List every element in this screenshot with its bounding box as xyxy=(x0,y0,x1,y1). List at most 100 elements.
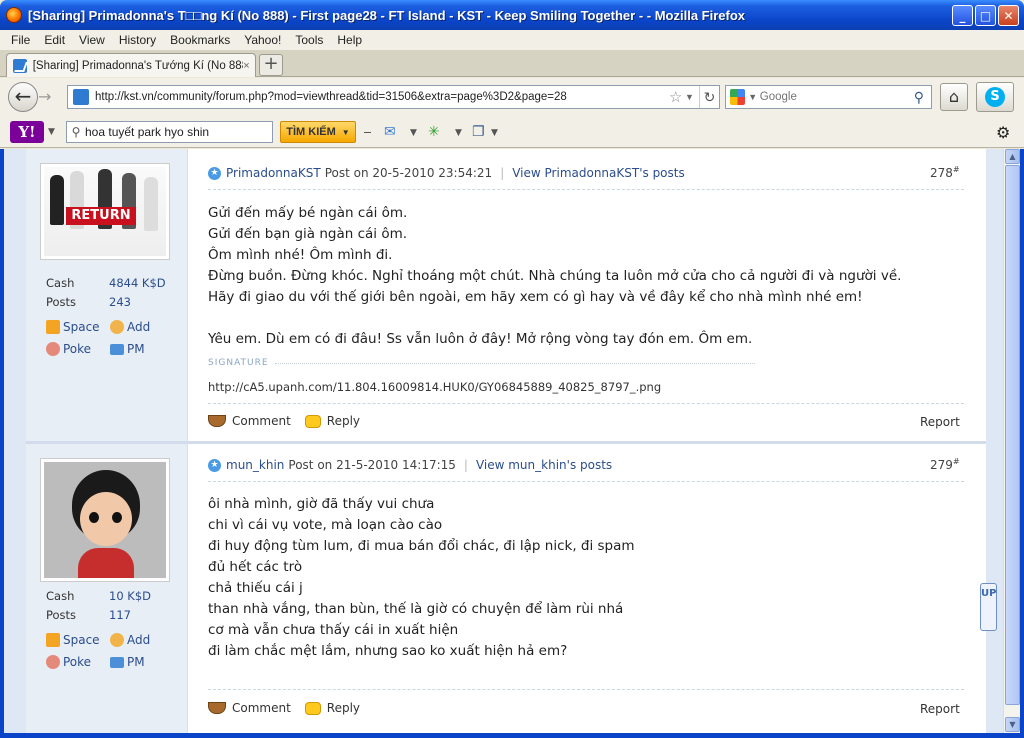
google-engine-icon[interactable] xyxy=(730,89,746,105)
post-body: ôi nhà mình, giờ đã thấy vui chưa chi vì… xyxy=(208,494,635,662)
back-arrow-icon: ← xyxy=(14,84,32,108)
yahoo-search-icon: ⚲ xyxy=(71,125,81,139)
minimize-button[interactable]: _ xyxy=(952,5,973,26)
post-line: chi vì cái vụ vote, mà loạn cào cào xyxy=(208,517,443,533)
menu-history[interactable]: History xyxy=(112,33,163,47)
site-identity-icon[interactable] xyxy=(73,89,89,105)
avatar[interactable]: RETURN xyxy=(40,163,170,260)
scrollbar-thumb[interactable] xyxy=(1005,165,1020,705)
search-input[interactable] xyxy=(759,91,914,103)
report-link[interactable]: Report xyxy=(920,415,960,429)
post-line: Yêu em. Dù em có đi đâu! Ss vẫn luôn ở đ… xyxy=(208,331,753,347)
messenger-dropdown-icon[interactable]: ▼ xyxy=(455,128,462,138)
gear-icon[interactable]: ⚙ xyxy=(996,123,1010,142)
home-button[interactable]: ⌂ xyxy=(940,83,968,111)
space-link[interactable]: Space xyxy=(46,633,100,647)
home-icon: ⌂ xyxy=(948,87,960,106)
space-link[interactable]: Space xyxy=(46,320,100,334)
scroll-to-top-button[interactable]: UP xyxy=(980,583,997,631)
post-line: đi làm chắc mệt lắm, nhưng sao ko xuất h… xyxy=(208,643,568,659)
post-author-link[interactable]: PrimadonnaKST xyxy=(226,166,321,180)
post-author-link[interactable]: mun_khin xyxy=(226,458,284,472)
pm-label: PM xyxy=(127,342,145,356)
space-label: Space xyxy=(63,320,100,334)
menu-file[interactable]: File xyxy=(0,33,37,47)
reply-button[interactable]: Reply xyxy=(304,414,361,428)
yahoo-logo[interactable]: Y! xyxy=(10,121,44,143)
pm-link[interactable]: PM xyxy=(110,342,145,356)
post-line: Hãy đi giao du với thế giới bên ngoài, e… xyxy=(208,289,863,305)
yahoo-search-input[interactable] xyxy=(85,125,265,139)
mail-dropdown-icon[interactable]: ▼ xyxy=(410,128,417,138)
url-text[interactable]: http://kst.vn/community/forum.php?mod=vi… xyxy=(95,91,669,103)
close-window-button[interactable]: ✕ xyxy=(998,5,1019,26)
vertical-scrollbar[interactable]: ▲ ▼ xyxy=(1003,149,1020,733)
post-floor-number[interactable]: 279# xyxy=(930,457,960,472)
search-engine-dropdown-icon[interactable]: ▼ xyxy=(748,92,759,102)
comment-button[interactable]: Comment xyxy=(208,414,291,428)
bookmarks-dropdown-icon[interactable]: ▼ xyxy=(491,128,498,138)
pm-link[interactable]: PM xyxy=(110,655,145,669)
post-line: chả thiếu cái j xyxy=(208,580,303,596)
poke-label: Poke xyxy=(63,655,92,669)
add-friend-link[interactable]: Add xyxy=(110,633,150,647)
online-star-icon: ★ xyxy=(208,166,221,180)
tab-strip: [Sharing] Primadonna's Tướng Kí (No 888)… xyxy=(0,50,1024,77)
menu-view[interactable]: View xyxy=(72,33,112,47)
window-frame-left xyxy=(0,149,4,738)
menu-help[interactable]: Help xyxy=(330,33,369,47)
skype-button[interactable]: S xyxy=(976,82,1014,112)
reload-icon[interactable]: ↻ xyxy=(699,86,719,108)
poke-link[interactable]: Poke xyxy=(46,342,91,356)
tab-close-icon[interactable]: × xyxy=(243,60,255,72)
window-frame-bottom xyxy=(0,733,1024,738)
search-magnifier-icon[interactable]: ⚲ xyxy=(914,89,931,106)
poke-link[interactable]: Poke xyxy=(46,655,91,669)
messenger-icon[interactable]: ✳ xyxy=(428,124,440,140)
avatar[interactable] xyxy=(40,458,170,582)
comment-label: Comment xyxy=(232,701,291,715)
view-author-posts-link[interactable]: View PrimadonnaKST's posts xyxy=(512,166,685,180)
back-button[interactable]: ← xyxy=(8,82,38,112)
post-floor-number[interactable]: 278# xyxy=(930,165,960,180)
comment-button[interactable]: Comment xyxy=(208,701,291,715)
post-actions: Comment Reply xyxy=(208,414,374,428)
new-tab-button[interactable]: + xyxy=(259,54,283,76)
bookmarks-icon[interactable]: ❐ xyxy=(472,124,485,140)
forum-post: RETURN Cash 4844 K$D Posts 243 Space Add P… xyxy=(26,149,986,441)
window-titlebar: [Sharing] Primadonna's T□□ng Kí (No 888)… xyxy=(0,0,1024,30)
menu-bookmarks[interactable]: Bookmarks xyxy=(163,33,237,47)
yahoo-search-box[interactable]: ⚲ xyxy=(66,121,273,143)
reply-label: Reply xyxy=(326,414,361,428)
kst-favicon-icon xyxy=(13,58,27,73)
url-history-dropdown-icon[interactable]: ▼ xyxy=(685,92,699,102)
coffee-cup-icon xyxy=(208,702,226,714)
mail-icon[interactable]: ✉ xyxy=(384,124,396,140)
yahoo-menu-dropdown-icon[interactable]: ▼ xyxy=(48,127,55,137)
forward-button[interactable]: → xyxy=(38,87,60,107)
post-timestamp: Post on 20-5-2010 23:54:21 xyxy=(324,166,493,180)
menu-edit[interactable]: Edit xyxy=(37,33,72,47)
bookmark-star-icon[interactable]: ☆ xyxy=(669,88,685,106)
add-friend-link[interactable]: Add xyxy=(110,320,150,334)
tab-current[interactable]: [Sharing] Primadonna's Tướng Kí (No 888)… xyxy=(6,53,256,77)
yahoo-search-button[interactable]: TÌM KIẾM ▼ xyxy=(280,121,356,143)
firefox-icon xyxy=(6,7,22,23)
maximize-button[interactable]: □ xyxy=(975,5,996,26)
url-bar[interactable]: http://kst.vn/community/forum.php?mod=vi… xyxy=(67,85,720,109)
search-bar[interactable]: ▼ ⚲ xyxy=(725,85,932,109)
yahoo-toolbar: Y! ▼ ⚲ TÌM KIẾM ▼ ⎯ ✉ ▼ ✳ ▼ ❐ ▼ ⚙ xyxy=(0,116,1024,148)
report-link[interactable]: Report xyxy=(920,702,960,716)
menu-yahoo[interactable]: Yahoo! xyxy=(237,33,288,47)
signature-text: http://cA5.upanh.com/11.804.16009814.HUK… xyxy=(208,380,662,394)
scroll-down-arrow-icon[interactable]: ▼ xyxy=(1005,717,1020,732)
posts-count[interactable]: 117 xyxy=(109,608,131,622)
reply-button[interactable]: Reply xyxy=(304,701,360,715)
scroll-up-arrow-icon[interactable]: ▲ xyxy=(1005,149,1020,164)
posts-count[interactable]: 243 xyxy=(109,295,131,309)
navigation-toolbar: ← → http://kst.vn/community/forum.php?mo… xyxy=(0,78,1024,116)
menu-tools[interactable]: Tools xyxy=(288,33,330,47)
view-author-posts-link[interactable]: View mun_khin's posts xyxy=(476,458,612,472)
cash-label: Cash xyxy=(46,589,75,603)
tab-label: [Sharing] Primadonna's Tướng Kí (No 888)… xyxy=(32,59,244,72)
